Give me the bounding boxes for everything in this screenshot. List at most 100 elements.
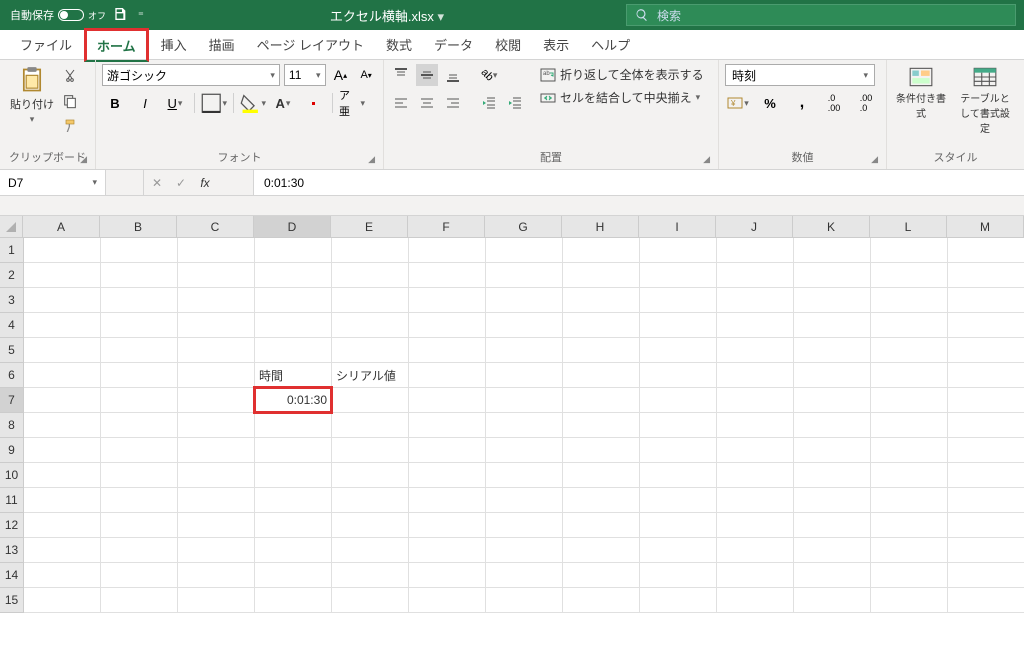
cell-D6[interactable]: 時間	[255, 363, 332, 388]
increase-font-icon[interactable]: A▴	[330, 64, 352, 86]
bold-button[interactable]: B	[102, 92, 128, 114]
cell-L12[interactable]	[871, 513, 948, 538]
col-header-F[interactable]: F	[408, 216, 485, 238]
cell-D8[interactable]	[255, 413, 332, 438]
row-header-12[interactable]: 12	[0, 513, 24, 538]
col-header-C[interactable]: C	[177, 216, 254, 238]
cell-G10[interactable]	[486, 463, 563, 488]
tab-view[interactable]: 表示	[533, 30, 579, 59]
row-header-9[interactable]: 9	[0, 438, 24, 463]
cell-G6[interactable]	[486, 363, 563, 388]
cell-B3[interactable]	[101, 288, 178, 313]
col-header-I[interactable]: I	[639, 216, 716, 238]
align-center-icon[interactable]	[416, 92, 438, 114]
cell-K10[interactable]	[794, 463, 871, 488]
cell-I3[interactable]	[640, 288, 717, 313]
row-header-10[interactable]: 10	[0, 463, 24, 488]
conditional-format-button[interactable]: 条件付き書式	[893, 64, 949, 135]
format-painter-icon[interactable]	[62, 118, 78, 137]
cell-L8[interactable]	[871, 413, 948, 438]
cell-F8[interactable]	[409, 413, 486, 438]
cell-M10[interactable]	[948, 463, 1024, 488]
cell-F4[interactable]	[409, 313, 486, 338]
tab-help[interactable]: ヘルプ	[581, 30, 640, 59]
cell-G12[interactable]	[486, 513, 563, 538]
cell-G8[interactable]	[486, 413, 563, 438]
cell-K4[interactable]	[794, 313, 871, 338]
font-name-select[interactable]: 游ゴシック▾	[102, 64, 280, 86]
cell-A11[interactable]	[24, 488, 101, 513]
cell-A10[interactable]	[24, 463, 101, 488]
cell-G2[interactable]	[486, 263, 563, 288]
row-header-7[interactable]: 7	[0, 388, 24, 413]
cell-C15[interactable]	[178, 588, 255, 613]
cell-L9[interactable]	[871, 438, 948, 463]
row-header-13[interactable]: 13	[0, 538, 24, 563]
cell-E7[interactable]	[332, 388, 409, 413]
cell-C5[interactable]	[178, 338, 255, 363]
cell-D10[interactable]	[255, 463, 332, 488]
cut-icon[interactable]	[62, 68, 78, 87]
cell-J6[interactable]	[717, 363, 794, 388]
cell-G14[interactable]	[486, 563, 563, 588]
cell-D13[interactable]	[255, 538, 332, 563]
cell-E11[interactable]	[332, 488, 409, 513]
cell-H14[interactable]	[563, 563, 640, 588]
cell-A7[interactable]	[24, 388, 101, 413]
cell-B12[interactable]	[101, 513, 178, 538]
cell-H1[interactable]	[563, 238, 640, 263]
cell-K14[interactable]	[794, 563, 871, 588]
col-header-K[interactable]: K	[793, 216, 870, 238]
cell-A9[interactable]	[24, 438, 101, 463]
cell-M13[interactable]	[948, 538, 1024, 563]
cell-C9[interactable]	[178, 438, 255, 463]
cell-L14[interactable]	[871, 563, 948, 588]
cell-E14[interactable]	[332, 563, 409, 588]
cell-F7[interactable]	[409, 388, 486, 413]
cell-J5[interactable]	[717, 338, 794, 363]
cell-C14[interactable]	[178, 563, 255, 588]
cell-E15[interactable]	[332, 588, 409, 613]
cell-E13[interactable]	[332, 538, 409, 563]
cell-B1[interactable]	[101, 238, 178, 263]
cell-J13[interactable]	[717, 538, 794, 563]
row-header-6[interactable]: 6	[0, 363, 24, 388]
cell-K2[interactable]	[794, 263, 871, 288]
cell-K6[interactable]	[794, 363, 871, 388]
cell-F15[interactable]	[409, 588, 486, 613]
cell-L3[interactable]	[871, 288, 948, 313]
tab-formulas[interactable]: 数式	[376, 30, 422, 59]
cell-J1[interactable]	[717, 238, 794, 263]
qat-more-icon[interactable]: ⁼	[134, 9, 148, 22]
cell-F6[interactable]	[409, 363, 486, 388]
cell-B6[interactable]	[101, 363, 178, 388]
orientation-icon[interactable]: ab▾	[478, 64, 500, 86]
col-header-L[interactable]: L	[870, 216, 947, 238]
cell-J15[interactable]	[717, 588, 794, 613]
cell-H9[interactable]	[563, 438, 640, 463]
autosave-toggle[interactable]: 自動保存 オフ	[10, 7, 106, 23]
col-header-B[interactable]: B	[100, 216, 177, 238]
cell-K1[interactable]	[794, 238, 871, 263]
cell-C2[interactable]	[178, 263, 255, 288]
cell-C1[interactable]	[178, 238, 255, 263]
cell-I1[interactable]	[640, 238, 717, 263]
cell-G1[interactable]	[486, 238, 563, 263]
cell-G4[interactable]	[486, 313, 563, 338]
cell-A4[interactable]	[24, 313, 101, 338]
tab-draw[interactable]: 描画	[199, 30, 245, 59]
cancel-formula-icon[interactable]: ✕	[148, 176, 166, 190]
cell-E1[interactable]	[332, 238, 409, 263]
cell-K9[interactable]	[794, 438, 871, 463]
underline-button[interactable]: U▾	[162, 92, 188, 114]
cell-M1[interactable]	[948, 238, 1024, 263]
cell-F10[interactable]	[409, 463, 486, 488]
cell-I12[interactable]	[640, 513, 717, 538]
cell-D5[interactable]	[255, 338, 332, 363]
cell-J8[interactable]	[717, 413, 794, 438]
cell-M7[interactable]	[948, 388, 1024, 413]
cell-E10[interactable]	[332, 463, 409, 488]
cell-L13[interactable]	[871, 538, 948, 563]
cell-H2[interactable]	[563, 263, 640, 288]
cell-M14[interactable]	[948, 563, 1024, 588]
